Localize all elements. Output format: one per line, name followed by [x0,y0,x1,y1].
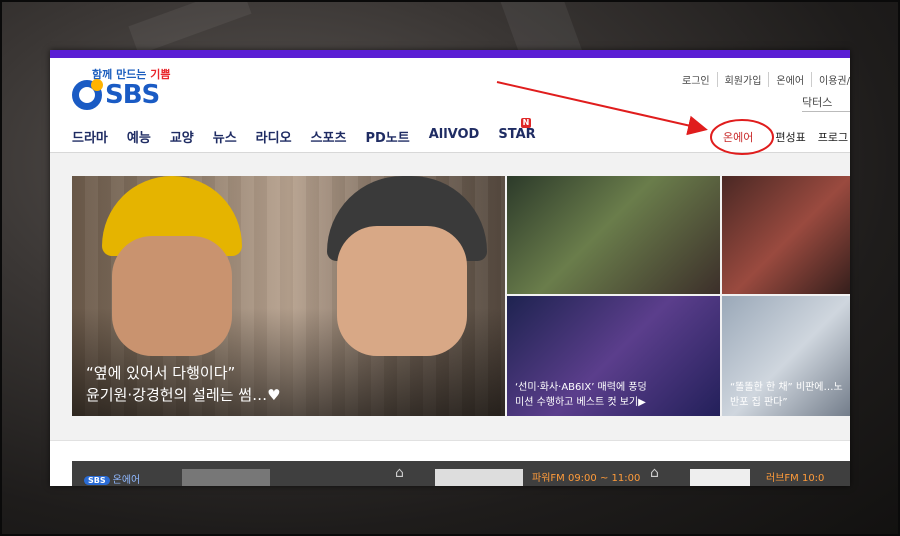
section-divider [50,440,850,441]
search-input[interactable]: 닥터스 [802,94,850,112]
nav-drama[interactable]: 드라마 [72,127,108,146]
sbs-logo[interactable]: SBS [72,79,160,110]
feature-tile[interactable] [722,176,850,294]
nav-onair[interactable]: 온에어 [723,129,753,145]
nav-sports[interactable]: 스포츠 [311,127,347,146]
signup-link[interactable]: 회원가입 [716,72,769,87]
pass-link[interactable]: 이용권/머 [811,72,850,87]
tile-caption: ‘선미·화사·AB6IX’ 매력에 풍덩 미션 수행하고 베스트 컷 보기▶ [515,382,647,408]
onair-bar: SBS 온에어 ⌂ 파워FM 09:00 ~ 11:00 ⌂ 러브FM 10:0 [72,461,850,486]
feature-tile[interactable] [507,176,720,294]
radio-powerfm[interactable]: 파워FM 09:00 ~ 11:00 [532,469,640,484]
main-nav: 드라마 예능 교양 뉴스 라디오 스포츠 PD노트 AllVOD STAR [72,127,555,146]
utility-links: 로그인 회원가입 온에어 이용권/머 [675,72,850,87]
home-icon[interactable]: ⌂ [395,465,404,481]
top-accent-bar [50,50,850,58]
nav-schedule[interactable]: 편성표 [775,129,805,145]
radio-thumbnail[interactable] [435,469,523,486]
face-shape [112,236,232,356]
nav-star[interactable]: STAR [498,127,535,146]
tv-thumbnail[interactable] [182,469,270,486]
nav-right: 온에어 편성표 프로그 [723,129,850,145]
nav-radio[interactable]: 라디오 [256,127,292,146]
radio-lovefm[interactable]: 러브FM 10:0 [766,469,824,484]
tile-caption: “똘똘한 한 채” 비판에…노 반포 집 판다” [730,382,843,408]
feature-tile[interactable]: “똘똘한 한 채” 비판에…노 반포 집 판다” [722,296,850,416]
onair-logo[interactable]: SBS 온에어 [84,471,140,486]
nav-news[interactable]: 뉴스 [213,127,237,146]
onair-link[interactable]: 온에어 [768,72,811,87]
nav-pdnote[interactable]: PD노트 [365,127,409,146]
login-link[interactable]: 로그인 [675,72,717,87]
face-shape [337,226,467,356]
hero-feature[interactable]: “옆에 있어서 다행이다” 윤기원·강경헌의 설레는 썸…♥ [72,176,505,416]
nav-allvod[interactable]: AllVOD [429,127,480,146]
nav-variety[interactable]: 예능 [127,127,151,146]
hero-caption: “옆에 있어서 다행이다” 윤기원·강경헌의 설레는 썸…♥ [86,364,281,404]
radio-thumbnail[interactable] [690,469,750,486]
nav-culture[interactable]: 교양 [170,127,194,146]
new-badge: N [521,118,531,128]
sbs-logo-icon [72,79,103,110]
nav-program[interactable]: 프로그 [818,129,848,145]
feature-tile[interactable]: ‘선미·화사·AB6IX’ 매력에 풍덩 미션 수행하고 베스트 컷 보기▶ [507,296,720,416]
browser-screen: 함께 만드는 기쁨 SBS 로그인 회원가입 온에어 이용권/머 닥터스 드라마… [50,50,850,486]
home-icon[interactable]: ⌂ [650,465,659,481]
